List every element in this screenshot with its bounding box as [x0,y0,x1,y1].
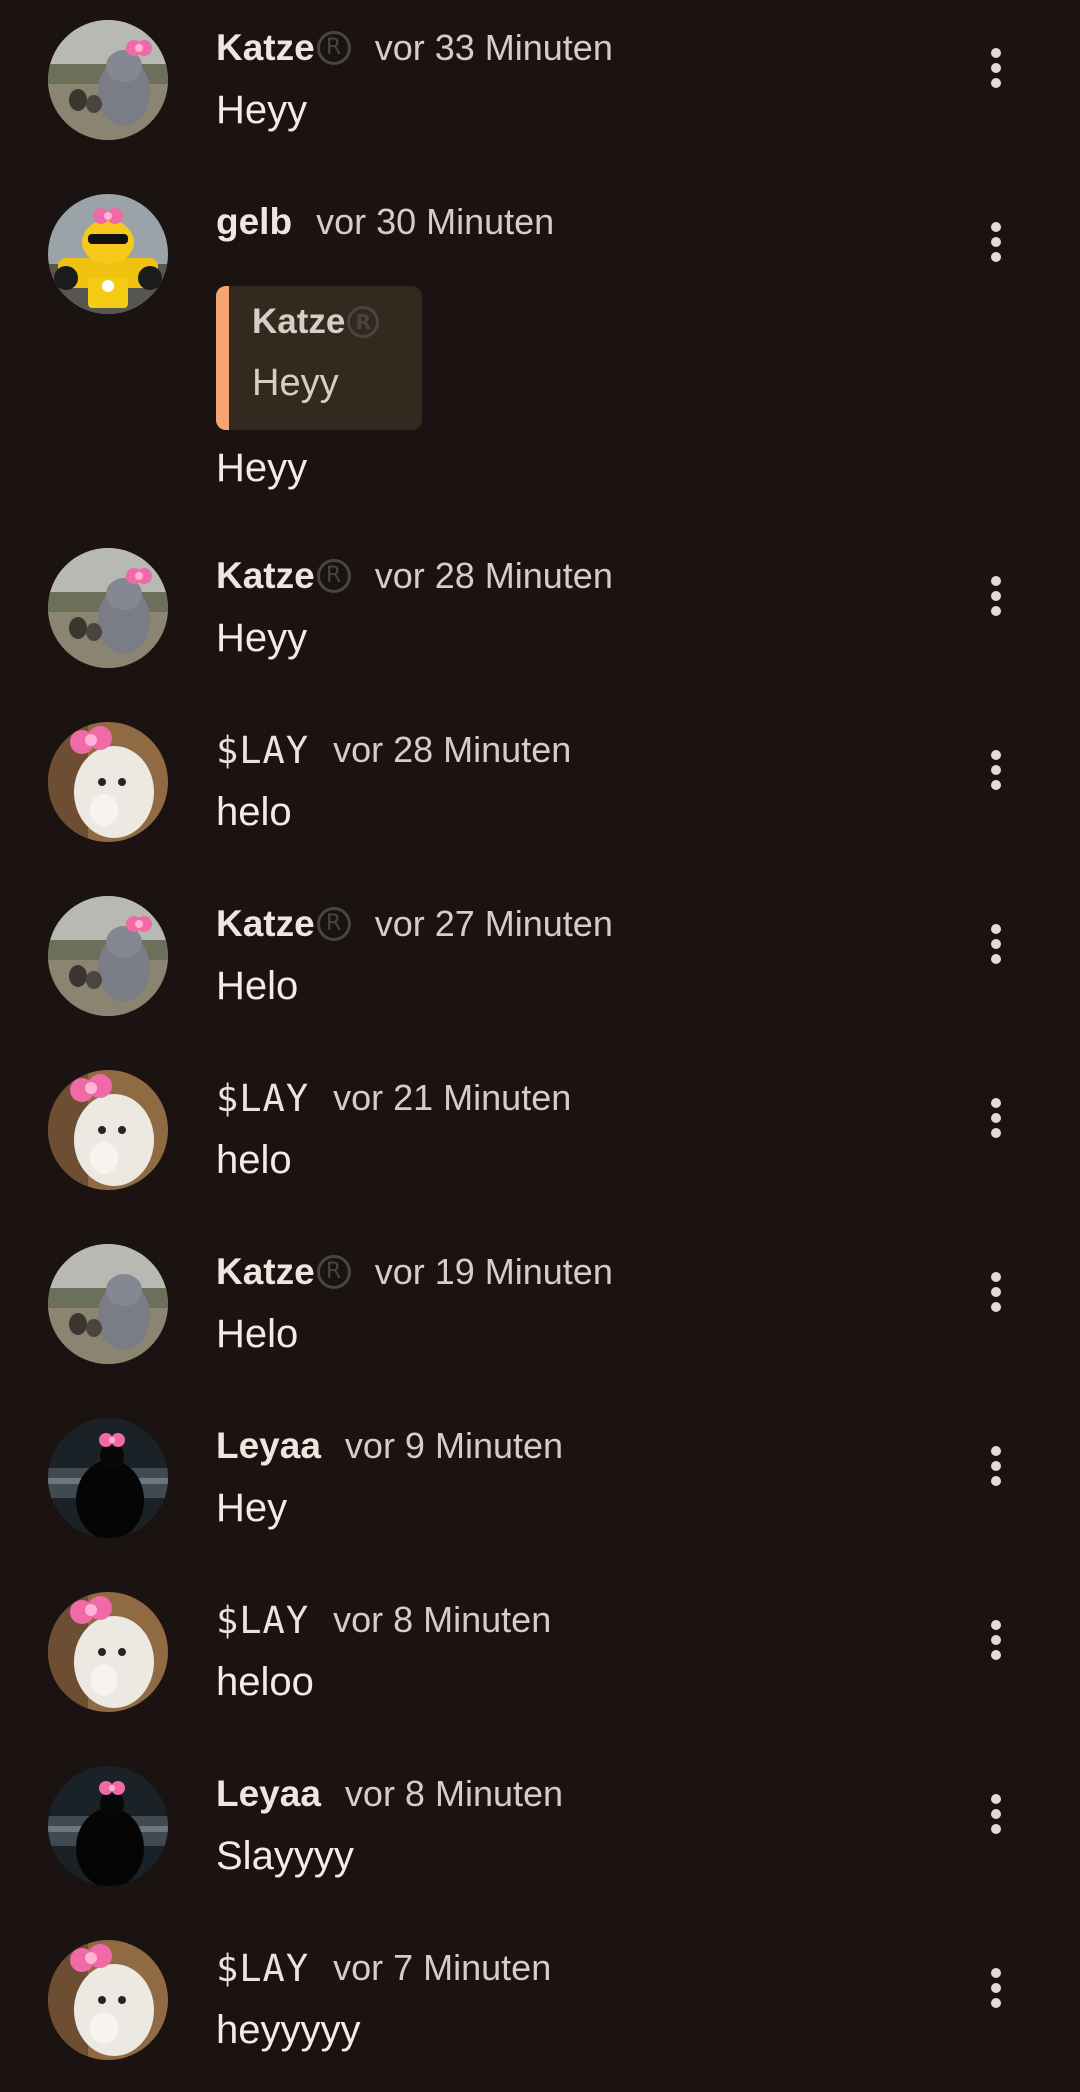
avatar[interactable] [48,896,168,1016]
avatar[interactable] [48,1592,168,1712]
author-name[interactable]: Leyaa [216,1425,321,1467]
vertical-ellipsis-icon[interactable] [974,1786,1018,1842]
chat-message-list[interactable]: Katze R vor 33 Minuten Heyy gelb vor 30 … [0,0,1080,2092]
message-text: heyyyyy [216,2008,361,2052]
avatar[interactable] [48,1418,168,1538]
vertical-ellipsis-icon[interactable] [974,1090,1018,1146]
message-text: Helo [216,1312,299,1356]
avatar[interactable] [48,194,168,314]
avatar[interactable] [48,1940,168,2060]
timestamp: vor 7 Minuten [333,1947,552,1988]
avatar[interactable] [48,1070,168,1190]
registered-badge-icon: R [316,31,351,65]
quoted-text: Heyy [252,362,339,404]
avatar[interactable] [48,20,168,140]
avatar[interactable] [48,722,168,842]
timestamp: vor 9 Minuten [344,1425,564,1466]
quoted-author: Katze [252,302,346,341]
chat-message[interactable]: $LAY vor 21 Minuten helo [0,1050,1080,1224]
message-text: Heyy [216,616,308,660]
vertical-ellipsis-icon[interactable] [974,1264,1018,1320]
reply-accent-bar [216,286,229,430]
chat-message[interactable]: Leyaa vor 9 Minuten Hey [0,1398,1080,1572]
author-name[interactable]: Leyaa [216,1773,321,1815]
author-name[interactable]: Katze [216,27,315,69]
author-name[interactable]: $LAY [216,729,309,772]
author-name[interactable]: $LAY [216,1077,309,1120]
message-text: Heyy [216,88,308,132]
author-name[interactable]: $LAY [216,1947,309,1990]
vertical-ellipsis-icon[interactable] [974,1438,1018,1494]
avatar[interactable] [48,1244,168,1364]
message-text: helo [216,1138,292,1182]
registered-badge-icon: R [316,907,351,941]
chat-message[interactable]: Katze R vor 28 Minuten Heyy [0,528,1080,702]
chat-message[interactable]: Katze R vor 19 Minuten Helo [0,1224,1080,1398]
message-text: helo [216,790,292,834]
vertical-ellipsis-icon[interactable] [974,40,1018,96]
message-text: Helo [216,964,299,1008]
timestamp: vor 8 Minuten [333,1599,552,1640]
vertical-ellipsis-icon[interactable] [974,742,1018,798]
vertical-ellipsis-icon[interactable] [974,916,1018,972]
avatar[interactable] [48,1766,168,1886]
timestamp: vor 28 Minuten [374,555,613,596]
chat-message[interactable]: gelb vor 30 Minuten Katze R Heyy Heyy [0,174,1080,528]
chat-message[interactable]: Katze R vor 27 Minuten Helo [0,876,1080,1050]
message-text: Hey [216,1486,288,1530]
timestamp: vor 28 Minuten [333,729,572,770]
author-name[interactable]: Katze [216,555,315,597]
vertical-ellipsis-icon[interactable] [974,568,1018,624]
registered-badge-icon: R [316,559,351,593]
timestamp: vor 19 Minuten [374,1251,613,1292]
registered-badge-icon: R [316,1255,351,1289]
chat-message[interactable]: $LAY vor 8 Minuten heloo [0,1572,1080,1746]
author-name[interactable]: gelb [216,201,292,243]
author-name[interactable]: $LAY [216,1599,309,1642]
registered-badge-icon: R [347,306,380,338]
message-text: Slayyyy [216,1834,354,1878]
timestamp: vor 30 Minuten [316,201,555,242]
chat-message[interactable]: Leyaa vor 8 Minuten Slayyyy [0,1746,1080,1920]
timestamp: vor 21 Minuten [333,1077,572,1118]
vertical-ellipsis-icon[interactable] [974,1612,1018,1668]
chat-message[interactable]: $LAY vor 28 Minuten helo [0,702,1080,876]
timestamp: vor 27 Minuten [374,903,613,944]
author-name[interactable]: Katze [216,1251,315,1293]
vertical-ellipsis-icon[interactable] [974,1960,1018,2016]
vertical-ellipsis-icon[interactable] [974,214,1018,270]
message-text: Heyy [216,446,308,490]
reply-quote[interactable]: Katze R Heyy [216,286,422,430]
timestamp: vor 8 Minuten [344,1773,564,1814]
message-text: heloo [216,1660,314,1704]
chat-message[interactable]: $LAY vor 7 Minuten heyyyyy [0,1920,1080,2092]
chat-message[interactable]: Katze R vor 33 Minuten Heyy [0,0,1080,174]
avatar[interactable] [48,548,168,668]
author-name[interactable]: Katze [216,903,315,945]
timestamp: vor 33 Minuten [374,27,613,68]
